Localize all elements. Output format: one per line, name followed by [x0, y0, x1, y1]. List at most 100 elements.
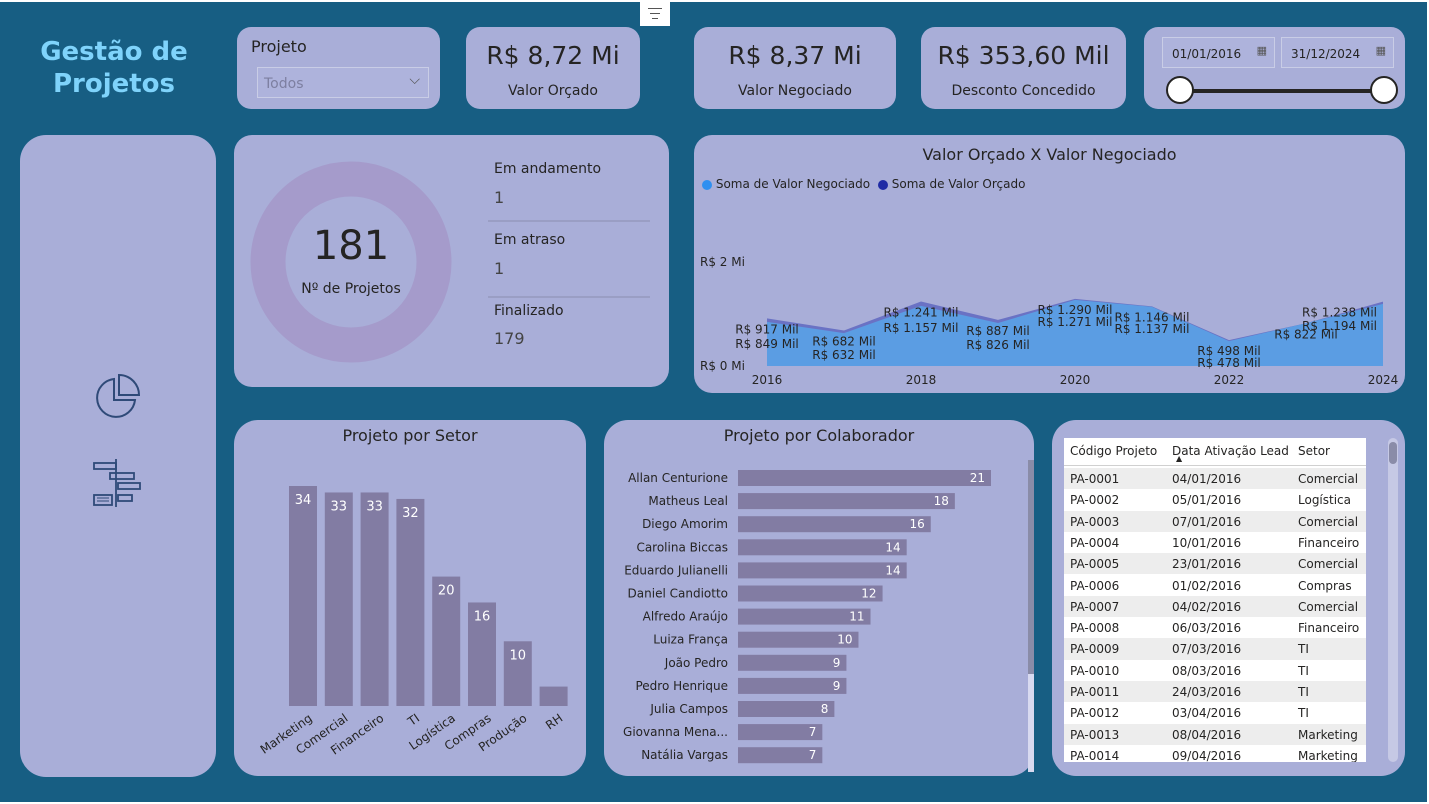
table-row[interactable]: PA-0011 24/03/2016 TI	[1064, 681, 1366, 703]
sector-bar[interactable]	[360, 492, 389, 706]
collaborator-bar-label: 9	[833, 656, 841, 670]
table-scrollbar[interactable]	[1388, 438, 1398, 762]
table-cell: PA-0012	[1070, 706, 1120, 721]
table-row[interactable]: PA-0001 04/01/2016 Comercial	[1064, 468, 1366, 490]
end-date-value: 31/12/2024	[1291, 47, 1361, 61]
date-slider-track[interactable]	[1180, 89, 1384, 93]
title-line-2: Projetos	[52, 69, 176, 99]
table-row[interactable]: PA-0007 04/02/2016 Comercial	[1064, 595, 1366, 618]
area-data-label: R$ 826 Mil	[966, 338, 1030, 352]
collaborator-scrollbar-thumb[interactable]	[1028, 460, 1034, 674]
header-setor[interactable]: Setor	[1298, 444, 1330, 458]
area-data-label: R$ 1.271 Mil	[1038, 315, 1113, 329]
table-cell: Compras	[1298, 578, 1352, 593]
table-cell: Comercial	[1298, 514, 1359, 529]
filter-icon[interactable]	[640, 2, 670, 26]
chevron-down-icon: ⌵	[409, 72, 420, 88]
table-cell: 07/03/2016	[1172, 642, 1242, 657]
table-cell: Financeiro	[1298, 535, 1360, 550]
date-slider-end-handle[interactable]	[1370, 76, 1398, 104]
title-line-1: Gestão de	[40, 37, 188, 67]
kpi-label: Desconto Concedido	[951, 83, 1096, 99]
collaborator-bar[interactable]	[738, 516, 931, 533]
table-cell: PA-0013	[1070, 727, 1120, 742]
table-cell: 24/03/2016	[1172, 685, 1242, 699]
collaborator-bar-label: 14	[885, 563, 900, 577]
collaborator-bar-label: 11	[849, 610, 864, 624]
table-cell: 10/01/2016	[1172, 535, 1242, 550]
sector-bar-label: 34	[295, 493, 312, 508]
collaborator-bar-chart[interactable]: Allan Centurione 21 Matheus Leal 18 Diego Am…	[604, 420, 1034, 776]
collaborator-bar[interactable]	[738, 470, 991, 486]
table-row[interactable]: PA-0013 08/04/2016 Marketing	[1064, 723, 1366, 745]
collaborator-bar[interactable]	[738, 539, 907, 556]
table-row[interactable]: PA-0010 08/03/2016 TI	[1064, 660, 1366, 681]
sector-category-label: TI	[404, 711, 422, 729]
collaborator-name-label: Luiza França	[653, 633, 728, 647]
x-tick-label: 2024	[1368, 373, 1399, 387]
area-data-label: R$ 822 Mil	[1274, 327, 1338, 341]
sector-bar[interactable]	[289, 486, 317, 706]
pie-chart-icon[interactable]	[92, 373, 142, 423]
table-cell: PA-0007	[1070, 599, 1120, 614]
table-row[interactable]: PA-0012 03/04/2016 TI	[1064, 702, 1366, 723]
table-cell: TI	[1298, 685, 1309, 699]
table-row[interactable]: PA-0003 07/01/2016 Comercial	[1064, 510, 1366, 532]
date-slider-start-handle[interactable]	[1166, 76, 1194, 104]
x-tick-label: 2020	[1060, 373, 1091, 387]
area-data-label: R$ 1.157 Mil	[884, 321, 959, 335]
table-row[interactable]: PA-0005 23/01/2016 Comercial	[1064, 553, 1366, 575]
sector-bar-label: 10	[510, 648, 527, 663]
area-chart[interactable]: R$ 0 Mi R$ 2 Mi 2016 2018 2020 2022 2024 R$ 849…	[694, 135, 1405, 393]
y-tick-label: R$ 2 Mi	[700, 255, 745, 269]
table-row[interactable]: PA-0014 09/04/2016 Marketing	[1064, 745, 1366, 762]
collaborator-scrollbar[interactable]	[1028, 460, 1034, 772]
collaborator-bar-label: 18	[934, 494, 949, 508]
table-cell: 09/04/2016	[1172, 748, 1242, 762]
collaborator-bar[interactable]	[738, 677, 847, 694]
collaborator-bar[interactable]	[738, 562, 907, 579]
table-row[interactable]: PA-0008 06/03/2016 Financeiro	[1064, 617, 1366, 638]
sector-bar[interactable]	[324, 492, 353, 706]
table-cell: TI	[1298, 706, 1309, 721]
collaborator-bar[interactable]	[738, 493, 955, 510]
nav-panel	[20, 135, 216, 777]
header-codigo[interactable]: Código Projeto	[1070, 444, 1157, 458]
gantt-chart-icon[interactable]	[92, 457, 144, 509]
table-scrollbar-thumb[interactable]	[1389, 442, 1397, 464]
sector-chart-card: Projeto por Setor 34 Marketing 33 Comercial…	[234, 420, 586, 776]
table-row[interactable]: PA-0004 10/01/2016 Financeiro	[1064, 532, 1366, 553]
table-row[interactable]: PA-0002 05/01/2016 Logística	[1064, 489, 1366, 510]
table-cell: TI	[1298, 642, 1309, 657]
table-cell: PA-0009	[1070, 642, 1120, 657]
area-data-label: R$ 1.146 Mil	[1115, 310, 1190, 324]
kpi-value: R$ 353,60 Mil	[937, 41, 1110, 70]
sector-bar-chart[interactable]: 34Marketing33Comercial33Financeiro32TI20…	[234, 420, 586, 776]
table-cell: 08/04/2016	[1172, 727, 1242, 742]
calendar-icon[interactable]: ▦	[1257, 44, 1267, 57]
end-date-input[interactable]: 31/12/2024 ▦	[1281, 37, 1394, 68]
collaborator-name-label: Allan Centurione	[628, 471, 728, 485]
collaborator-name-label: Diego Amorim	[642, 517, 728, 531]
status-label-em-andamento: Em andamento	[494, 161, 602, 177]
sector-category-label: RH	[543, 711, 565, 732]
dashboard-canvas: Gestão de Projetos Projeto Todos ⌵ R$ 8,…	[0, 2, 1427, 802]
header-data[interactable]: Data Ativação Lead	[1172, 444, 1289, 458]
table-cell: PA-0001	[1070, 472, 1120, 486]
table-cell: 23/01/2016	[1172, 557, 1242, 572]
collaborator-bar-label: 9	[833, 679, 841, 693]
collaborator-bar-label: 14	[885, 540, 900, 554]
collaborator-bar[interactable]	[738, 654, 847, 671]
status-label-finalizado: Finalizado	[494, 303, 564, 319]
area-data-label: R$ 887 Mil	[966, 324, 1030, 338]
table-row[interactable]: PA-0006 01/02/2016 Compras	[1064, 575, 1366, 596]
area-data-label: R$ 1.290 Mil	[1038, 303, 1113, 317]
sector-bar[interactable]	[539, 686, 568, 706]
table-cell: PA-0005	[1070, 557, 1120, 572]
table-row[interactable]: PA-0009 07/03/2016 TI	[1064, 638, 1366, 660]
sector-bar[interactable]	[396, 498, 425, 706]
start-date-input[interactable]: 01/01/2016 ▦	[1162, 37, 1275, 68]
calendar-icon[interactable]: ▦	[1376, 44, 1386, 57]
project-dropdown[interactable]: Todos ⌵	[257, 67, 429, 98]
area-data-label: R$ 498 Mil	[1197, 344, 1261, 358]
